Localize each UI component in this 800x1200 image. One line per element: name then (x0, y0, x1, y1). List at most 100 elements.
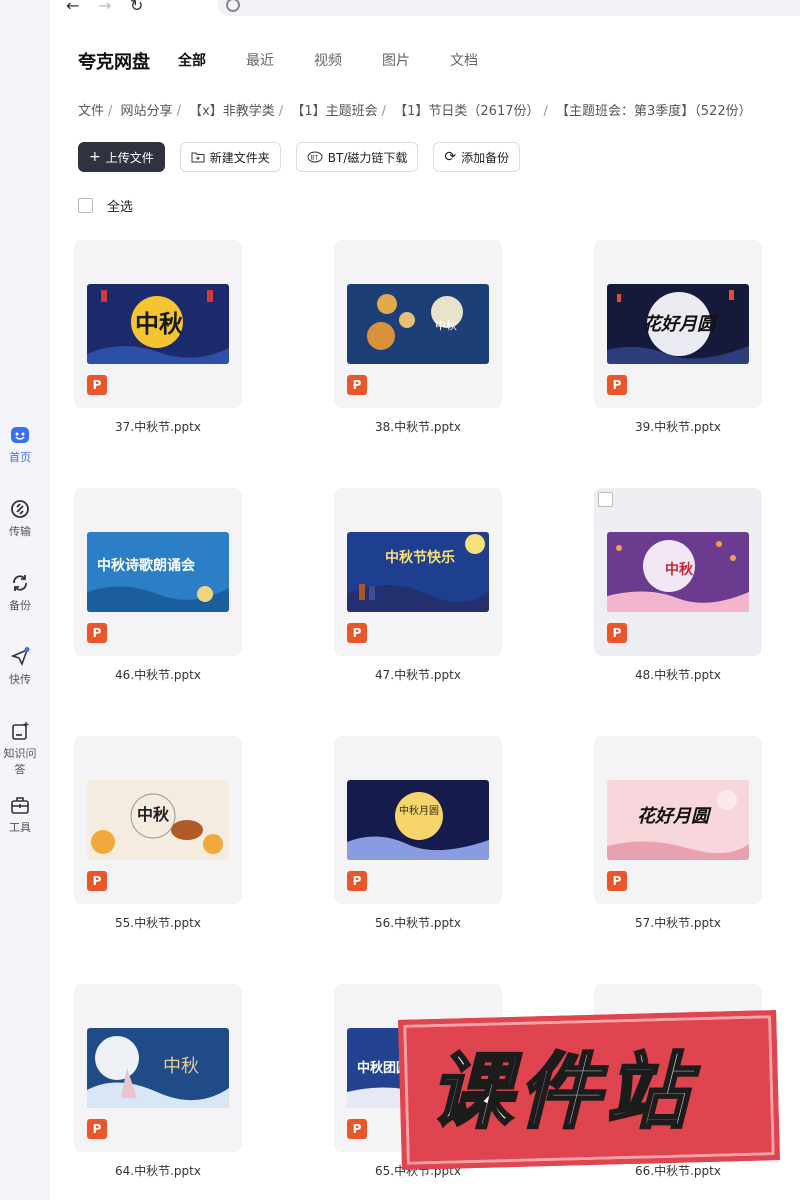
thumb-title: 中秋 (665, 561, 694, 578)
sidebar-item-home[interactable]: 首页 (0, 425, 40, 465)
pptx-file-icon: P (87, 1119, 107, 1139)
sidebar-item-label: 快传 (9, 673, 31, 686)
tab-image[interactable]: 图片 (382, 50, 410, 70)
file-name[interactable]: 57.中秋节.pptx (594, 914, 762, 931)
file-card[interactable]: 中秋 P (74, 240, 242, 408)
pptx-file-icon: P (87, 375, 107, 395)
breadcrumb-item[interactable]: 【1】主题班会 (291, 104, 377, 119)
sidebar-item-label: 工具 (9, 821, 31, 834)
top-bar: ← → ↻ (50, 0, 800, 20)
file-thumbnail: 中秋 (87, 284, 229, 364)
add-backup-label: 添加备份 (461, 150, 510, 165)
pptx-file-icon: P (607, 375, 627, 395)
tab-video[interactable]: 视频 (314, 50, 342, 70)
thumb-title: 花好月圆 (637, 806, 712, 827)
sidebar-item-label: 备份 (9, 599, 31, 612)
file-name[interactable]: 39.中秋节.pptx (594, 418, 762, 435)
tab-all[interactable]: 全部 (178, 50, 206, 70)
thumb-title: 中秋 (137, 805, 170, 824)
home-icon (11, 427, 29, 443)
quick-send-icon (10, 647, 30, 667)
file-card[interactable]: 中秋诗歌朗诵会 P (74, 488, 242, 656)
file-name[interactable]: 56.中秋节.pptx (334, 914, 502, 931)
file-card[interactable]: 花好月圆 P (594, 736, 762, 904)
file-card[interactable]: 中秋 P (74, 984, 242, 1152)
file-name[interactable]: 37.中秋节.pptx (74, 418, 242, 435)
sidebar-item-quick-send[interactable]: 快传 (0, 647, 40, 687)
thumb-title: 中秋 (163, 1056, 199, 1077)
breadcrumb-item[interactable]: 网站分享 (121, 104, 173, 119)
file-thumbnail: 中秋 (87, 780, 229, 860)
sidebar-item-label: 传输 (9, 525, 31, 538)
file-name[interactable]: 55.中秋节.pptx (74, 914, 242, 931)
svg-text:BT: BT (310, 155, 318, 162)
thumb-title: 中秋 (435, 318, 457, 332)
file-name[interactable]: 48.中秋节.pptx (594, 666, 762, 683)
toolbox-icon (11, 797, 29, 814)
upload-button[interactable]: + 上传文件 (78, 142, 165, 172)
new-folder-button[interactable]: 新建文件夹 (179, 142, 281, 172)
file-card[interactable]: 中秋月圆 P (334, 736, 502, 904)
sidebar-item-label: 首页 (9, 451, 31, 464)
left-sidebar: 首页 传输 备份 快传 知识问答 工具 (0, 0, 50, 1200)
knowledge-qa-icon (12, 722, 29, 740)
app-title: 夸克网盘 (78, 52, 150, 73)
backup-icon (13, 575, 27, 591)
plus-icon: + (89, 149, 101, 165)
file-thumbnail: 中秋月圆 (347, 780, 489, 860)
file-name[interactable]: 66.中秋节.pptx (594, 1162, 762, 1179)
breadcrumb-item[interactable]: 文件 (78, 104, 104, 119)
file-name[interactable]: 47.中秋节.pptx (334, 666, 502, 683)
thumb-title: 中秋月圆 (399, 804, 439, 817)
bt-magnet-icon: BT (307, 151, 323, 163)
pptx-file-icon: P (607, 871, 627, 891)
pptx-file-icon: P (347, 1119, 367, 1139)
file-thumbnail: 中秋 (347, 284, 489, 364)
thumb-title: 花好月圆 (643, 314, 718, 335)
new-folder-label: 新建文件夹 (209, 150, 270, 165)
breadcrumb-item[interactable]: 【x】非教学类 (189, 104, 275, 119)
select-all-checkbox[interactable] (78, 198, 93, 213)
pptx-file-icon: P (607, 623, 627, 643)
file-name[interactable]: 46.中秋节.pptx (74, 666, 242, 683)
search-input[interactable] (218, 0, 800, 16)
file-name[interactable]: 38.中秋节.pptx (334, 418, 502, 435)
file-select-checkbox[interactable] (598, 492, 613, 507)
category-tabs: 全部 最近 视频 图片 文档 (178, 50, 478, 70)
refresh-icon[interactable]: ↻ (130, 0, 143, 15)
tab-recent[interactable]: 最近 (246, 50, 274, 70)
file-name[interactable]: 64.中秋节.pptx (74, 1162, 242, 1179)
pptx-file-icon: P (347, 375, 367, 395)
pptx-file-icon: P (347, 623, 367, 643)
add-backup-button[interactable]: ⟳ 添加备份 (433, 142, 521, 172)
file-thumbnail: 花好月圆 (607, 284, 749, 364)
file-card[interactable]: 中秋节快乐 P (334, 488, 502, 656)
tab-document[interactable]: 文档 (450, 50, 478, 70)
bt-download-button[interactable]: BT BT/磁力链下载 (295, 142, 419, 172)
file-card[interactable]: 中秋 P (334, 240, 502, 408)
pptx-file-icon: P (87, 623, 107, 643)
file-thumbnail: 中秋 (87, 1028, 229, 1108)
sidebar-item-tools[interactable]: 工具 (0, 795, 40, 835)
transfer-icon (11, 500, 29, 518)
file-card[interactable]: 中秋 P (74, 736, 242, 904)
file-thumbnail: 中秋 (607, 532, 749, 612)
file-card[interactable]: 花好月圆 P (594, 240, 762, 408)
file-card[interactable]: 中秋 P (594, 488, 762, 656)
breadcrumb-item[interactable]: 【1】节日类（2617份） (394, 104, 539, 119)
upload-label: 上传文件 (105, 150, 154, 165)
sidebar-item-backup[interactable]: 备份 (0, 573, 40, 613)
thumb-title: 中秋节快乐 (385, 549, 455, 566)
pptx-file-icon: P (87, 871, 107, 891)
forward-arrow-icon[interactable]: → (98, 0, 111, 15)
breadcrumb-item-current[interactable]: 【主题班会：第3季度】（522份） (556, 104, 752, 119)
action-toolbar: + 上传文件 新建文件夹 BT BT/磁力链下载 ⟳ 添加备份 (78, 142, 521, 172)
back-arrow-icon[interactable]: ← (66, 0, 79, 15)
new-folder-icon (191, 152, 205, 163)
sync-icon: ⟳ (444, 149, 457, 165)
select-all-label: 全选 (107, 200, 134, 215)
select-all[interactable]: 全选 (78, 196, 133, 215)
search-icon (226, 0, 240, 12)
sidebar-item-transfer[interactable]: 传输 (0, 499, 40, 539)
sidebar-item-knowledge-qa[interactable]: 知识问答 (0, 721, 40, 777)
